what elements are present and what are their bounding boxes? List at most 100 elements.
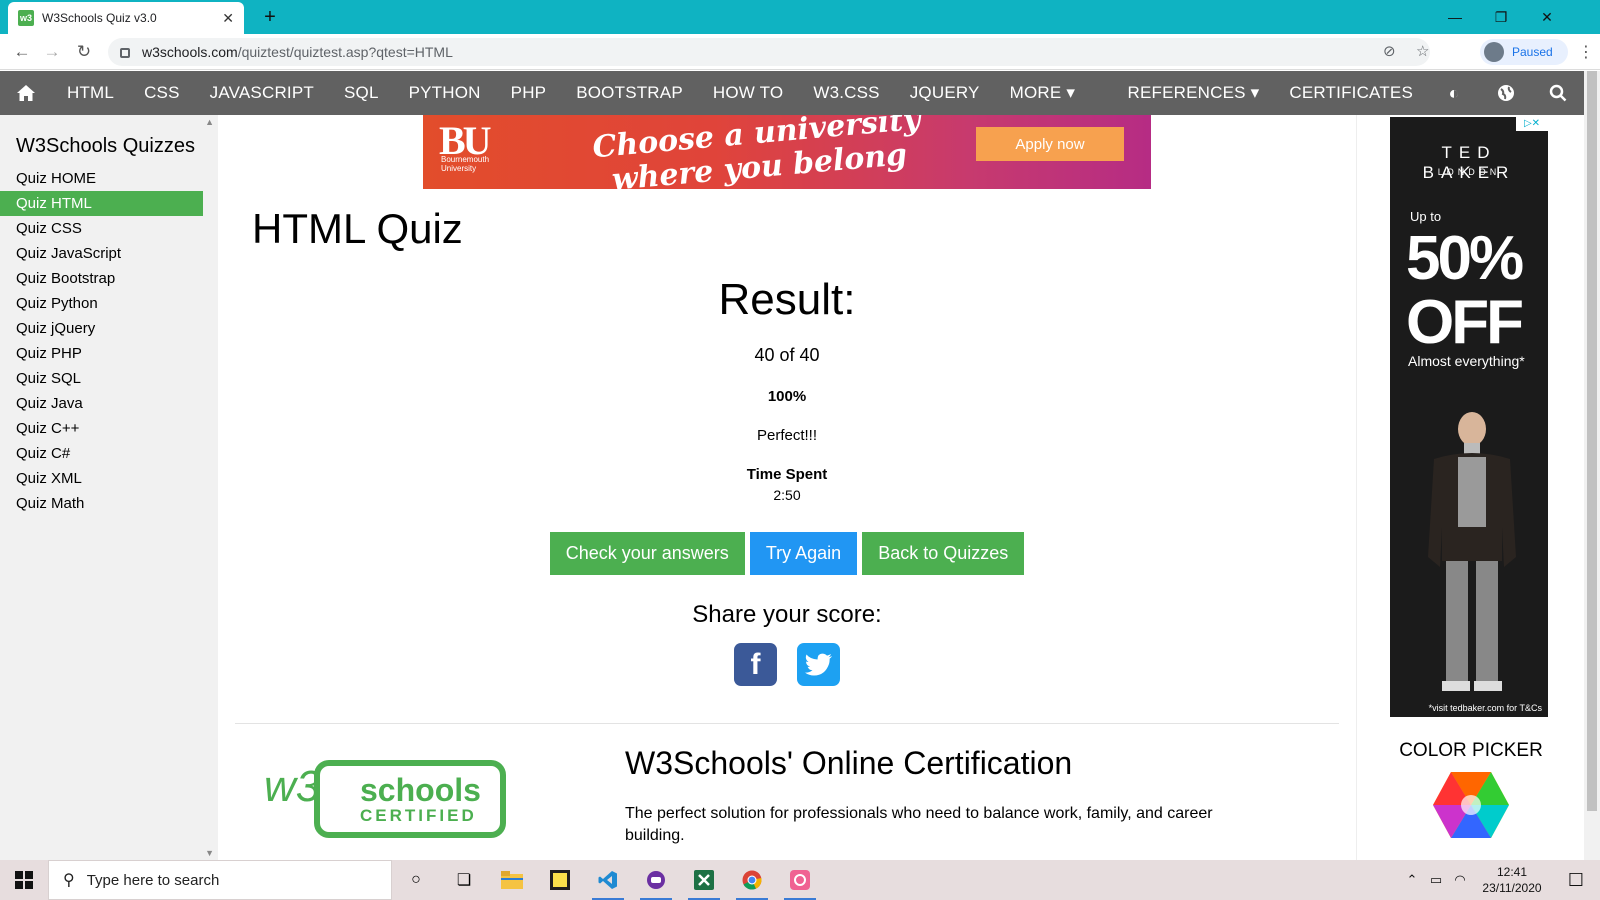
sidebar-title: W3Schools Quizzes: [16, 135, 195, 157]
minimize-icon[interactable]: —: [1432, 4, 1478, 30]
share-label: Share your score:: [692, 601, 882, 628]
twitter-icon[interactable]: [797, 643, 840, 686]
nav-references[interactable]: REFERENCES ▾: [1113, 71, 1275, 115]
sidebar-item-quiz-javascript[interactable]: Quiz JavaScript: [0, 241, 203, 266]
nav-w3css[interactable]: W3.CSS: [798, 71, 894, 115]
result-actions: Check your answers Try Again Back to Qui…: [218, 532, 1356, 575]
time-spent-label: Time Spent: [746, 466, 828, 483]
profile-status: Paused: [1512, 45, 1553, 59]
taskbar-search-box[interactable]: ⚲ Type here to search: [48, 860, 392, 900]
notifications-icon[interactable]: ☐: [1552, 870, 1600, 891]
globe-icon[interactable]: [1480, 71, 1532, 115]
result-title: Result:: [718, 275, 856, 324]
sidebar-item-quiz-css[interactable]: Quiz CSS: [0, 216, 203, 241]
excel-icon[interactable]: [680, 860, 728, 900]
nav-bootstrap[interactable]: BOOTSTRAP: [561, 71, 698, 115]
nav-python[interactable]: PYTHON: [394, 71, 496, 115]
sidebar-item-quiz-csharp[interactable]: Quiz C#: [0, 441, 203, 466]
w3-topnav: HTML CSS JAVASCRIPT SQL PYTHON PHP BOOTS…: [0, 71, 1584, 115]
taskbar-clock[interactable]: 12:41 23/11/2020: [1472, 864, 1552, 896]
ad-terms: *visit tedbaker.com for T&Cs: [1428, 703, 1542, 713]
ad-brand-sub: LONDON: [1437, 167, 1501, 177]
sidebar-item-quiz-cpp[interactable]: Quiz C++: [0, 416, 203, 441]
ad-brand: TED BAKER: [1422, 143, 1516, 182]
bookmark-star-icon[interactable]: ☆: [1416, 42, 1429, 60]
search-icon[interactable]: [1532, 71, 1584, 115]
sidebar-item-quiz-jquery[interactable]: Quiz jQuery: [0, 316, 203, 341]
browser-menu-icon[interactable]: ⋮: [1578, 42, 1594, 62]
close-window-icon[interactable]: ✕: [1524, 4, 1570, 30]
page-scrollbar[interactable]: [1584, 71, 1600, 860]
back-arrow-icon[interactable]: ←: [10, 40, 34, 64]
adchoices-icon[interactable]: ▷✕: [1516, 117, 1548, 131]
tracking-blocked-icon[interactable]: ⊘: [1383, 42, 1396, 60]
url-path: /quiztest/quiztest.asp?qtest=HTML: [237, 44, 453, 60]
time-spent-value: 2:50: [773, 487, 801, 503]
photos-app-icon[interactable]: [776, 860, 824, 900]
system-tray: ⌃ ▭ ◠ 12:41 23/11/2020 ☐: [1400, 860, 1600, 900]
nav-howto[interactable]: HOW TO: [698, 71, 798, 115]
ad-discount: 50% OFF: [1406, 224, 1524, 357]
reload-icon[interactable]: ↻: [72, 40, 96, 64]
file-explorer-icon[interactable]: [488, 860, 536, 900]
nav-php[interactable]: PHP: [496, 71, 562, 115]
nav-certificates[interactable]: CERTIFICATES: [1274, 71, 1428, 115]
page-scrollbar-thumb[interactable]: [1587, 71, 1597, 811]
sidebar-item-quiz-python[interactable]: Quiz Python: [0, 291, 203, 316]
color-picker-hexagon[interactable]: [1431, 770, 1511, 840]
facebook-icon[interactable]: f: [734, 643, 777, 686]
nav-jquery[interactable]: JQUERY: [895, 71, 995, 115]
task-view-icon[interactable]: ❏: [440, 860, 488, 900]
score-verdict: Perfect!!!: [756, 427, 818, 444]
nav-css[interactable]: CSS: [129, 71, 195, 115]
sidebar-item-quiz-html[interactable]: Quiz HTML: [0, 191, 203, 216]
profile-button[interactable]: Paused: [1480, 39, 1568, 65]
score-percent: 100%: [767, 388, 807, 405]
try-again-button[interactable]: Try Again: [749, 532, 858, 575]
vscode-icon[interactable]: [584, 860, 632, 900]
sidebar-scroll-down-icon[interactable]: ▼: [205, 848, 214, 858]
home-icon[interactable]: [0, 71, 52, 115]
forward-arrow-icon[interactable]: →: [40, 40, 64, 64]
ad-model-figure: [1428, 412, 1516, 691]
battery-icon[interactable]: ▭: [1424, 872, 1448, 888]
ad-apply-button[interactable]: Apply now: [976, 127, 1124, 161]
skyscraper-ad[interactable]: ▷✕ TED BAKER LONDON Up to 50% OFF Almost …: [1390, 117, 1548, 717]
clock-date: 23/11/2020: [1482, 881, 1542, 895]
address-bar[interactable]: w3schools.com/quiztest/quiztest.asp?qtes…: [108, 38, 1430, 66]
url-host: w3schools.com: [142, 44, 238, 60]
wifi-icon[interactable]: ◠: [1448, 872, 1472, 888]
restore-icon[interactable]: ❐: [1478, 4, 1524, 30]
certification-title: W3Schools' Online Certification: [625, 745, 1073, 781]
browser-tab[interactable]: w3 W3Schools Quiz v3.0 ✕: [8, 2, 244, 34]
check-answers-button[interactable]: Check your answers: [549, 532, 745, 575]
sidebar-item-quiz-php[interactable]: Quiz PHP: [0, 341, 203, 366]
avatar: [1484, 42, 1504, 62]
sidebar-item-quiz-bootstrap[interactable]: Quiz Bootstrap: [0, 266, 203, 291]
main-content: BU Bournemouth University Choose a univer…: [218, 115, 1356, 860]
w3schools-certified-logo: w3 schools CERTIFIED: [262, 755, 508, 839]
taskbar-search-icon: ⚲: [63, 872, 75, 889]
contrast-icon[interactable]: ◐: [1428, 71, 1480, 115]
sidebar-item-quiz-sql[interactable]: Quiz SQL: [0, 366, 203, 391]
chrome-icon[interactable]: [728, 860, 776, 900]
tab-title: W3Schools Quiz v3.0: [42, 11, 157, 25]
nav-html[interactable]: HTML: [52, 71, 129, 115]
tray-chevron-up-icon[interactable]: ⌃: [1400, 872, 1424, 888]
app-purple-icon[interactable]: [632, 860, 680, 900]
nav-javascript[interactable]: JAVASCRIPT: [195, 71, 329, 115]
sidebar-item-quiz-home[interactable]: Quiz HOME: [0, 166, 203, 191]
tab-close-icon[interactable]: ✕: [222, 10, 234, 27]
windows-start-icon[interactable]: [0, 860, 48, 900]
sticky-notes-icon[interactable]: [536, 860, 584, 900]
sidebar-item-quiz-java[interactable]: Quiz Java: [0, 391, 203, 416]
new-tab-icon[interactable]: +: [258, 5, 282, 29]
nav-sql[interactable]: SQL: [329, 71, 394, 115]
banner-ad[interactable]: BU Bournemouth University Choose a univer…: [423, 115, 1151, 189]
sidebar-item-quiz-math[interactable]: Quiz Math: [0, 491, 203, 516]
cortana-icon[interactable]: ○: [392, 860, 440, 900]
nav-more[interactable]: MORE ▾: [995, 71, 1090, 115]
sidebar-item-quiz-xml[interactable]: Quiz XML: [0, 466, 203, 491]
sidebar-scroll-up-icon[interactable]: ▲: [205, 117, 214, 127]
back-to-quizzes-button[interactable]: Back to Quizzes: [862, 532, 1025, 575]
